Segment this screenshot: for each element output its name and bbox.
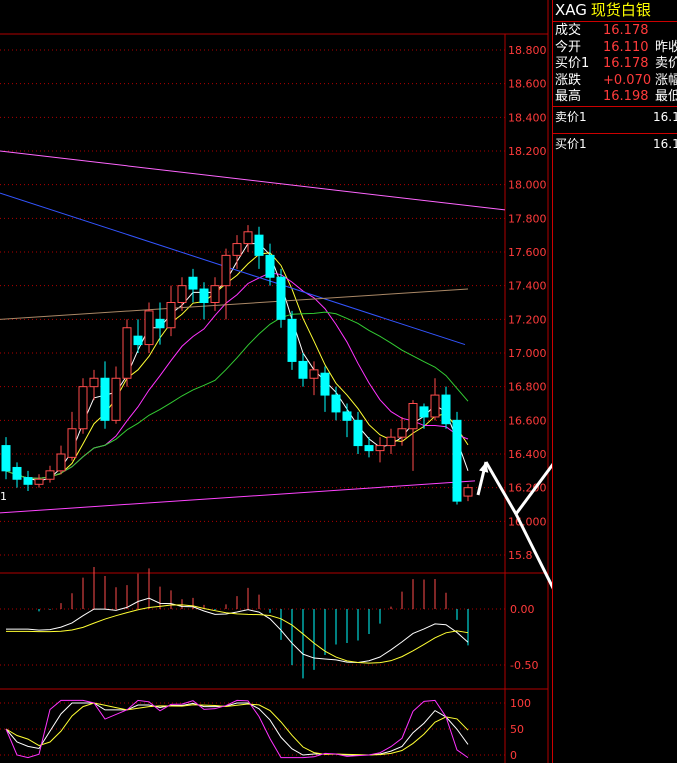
candle-body (375, 445, 385, 452)
candle-body (298, 360, 308, 379)
candle-body (254, 234, 264, 256)
symbol-name: 现货白银 (590, 1, 651, 19)
price-axis-labels: 18.800 18.600 18.400 18.200 18.000 17.800 17.6… (508, 44, 547, 762)
quote-row-last: 成交 16.178 (555, 23, 649, 38)
candle-body (67, 428, 77, 458)
candle-body (34, 478, 44, 485)
candle-body (100, 377, 110, 421)
support-line (0, 480, 476, 514)
candle-body (199, 288, 209, 303)
candle-body (276, 276, 286, 320)
price-tick-label: 17.800 (508, 212, 547, 225)
chart-gridlines (0, 49, 505, 756)
candle-body (463, 487, 473, 497)
candle-body (56, 453, 66, 472)
candle-body (144, 310, 154, 346)
macd-tick-label: 0.00 (510, 603, 535, 616)
candle-body (287, 318, 297, 362)
chart-frames (0, 0, 549, 763)
quote-header: XAG 现货白银 (553, 0, 677, 22)
quote-row-open: 今开 16.110 昨收 (555, 39, 677, 55)
quote-list: 成交 16.178 今开 16.110 昨收 买价1 16.178 卖价 涨跌 +0.070… (553, 22, 677, 106)
price-tick-label: 17.600 (508, 246, 547, 259)
symbol-code: XAG (555, 1, 587, 19)
candle-body (155, 318, 165, 329)
quote-panel: XAG 现货白银 成交 16.178 今开 16.110 昨收 买价1 16.178 卖价 … (552, 0, 677, 763)
price-tick-label: 18.600 (508, 78, 547, 91)
candle-body (364, 445, 374, 452)
kdj-tick-label: 0 (510, 749, 517, 762)
candle-body (386, 436, 396, 447)
candle-body (320, 372, 330, 396)
macd-tick-label: -0.50 (510, 659, 538, 672)
price-tick-label: 16.400 (508, 448, 547, 461)
quote-row-high: 最高 16.198 最低 (555, 89, 677, 104)
candle-body (243, 231, 253, 245)
price-tick-label: 15.8 (508, 549, 533, 562)
price-tick-label: 16.600 (508, 414, 547, 427)
macd-panel (6, 567, 469, 679)
left-edge-label: 1 (0, 490, 7, 503)
candle-body (309, 369, 319, 379)
candle-body (122, 327, 132, 379)
kdj-tick-label: 50 (510, 723, 524, 736)
kdj-tick-label: 100 (510, 697, 531, 710)
long-ma-pink (0, 150, 506, 211)
candle-body (210, 285, 220, 303)
candle-body (452, 419, 462, 502)
chart-canvas: 1 18.800 18.600 18.400 18.200 18.000 17.800 17… (0, 0, 552, 763)
price-tick-label: 18.200 (508, 145, 547, 158)
candle-body (12, 466, 22, 480)
candle-body (1, 445, 11, 472)
candle-body (78, 386, 88, 430)
candle-body (166, 302, 176, 329)
price-tick-label: 18.400 (508, 111, 547, 124)
candle-body (89, 377, 99, 388)
candle-body (188, 276, 198, 290)
price-tick-label: 16.200 (508, 482, 547, 495)
candle-body (419, 406, 429, 418)
candle-body (45, 470, 55, 480)
candle-body (265, 254, 275, 278)
price-tick-label: 17.000 (508, 347, 547, 360)
macd-dea-line (6, 604, 469, 664)
candle-body (397, 428, 407, 438)
candle-body (177, 285, 187, 303)
price-tick-label: 17.400 (508, 280, 547, 293)
candle-body (342, 411, 352, 421)
long-ma-blue (0, 192, 466, 346)
candle-body (408, 403, 418, 430)
price-tick-label: 18.800 (508, 44, 547, 57)
orderbook-bid: 买价1 16.1 (555, 136, 677, 151)
candle-body (353, 419, 363, 447)
quote-row-change: 涨跌 +0.070 涨幅 (555, 72, 677, 88)
long-ma-brown (0, 288, 469, 320)
candle-body (441, 394, 451, 425)
candle-body (232, 243, 242, 256)
price-tick-label: 16.000 (508, 515, 547, 528)
moving-average-lines (0, 150, 506, 514)
price-tick-label: 17.200 (508, 313, 547, 326)
candle-body (430, 394, 440, 418)
candlesticks: 1 (0, 225, 473, 505)
candle-body (111, 377, 121, 421)
price-tick-label: 18.000 (508, 179, 547, 192)
candle-body (133, 335, 143, 346)
candle-body (331, 394, 341, 413)
candle-body (221, 254, 231, 287)
orderbook-ask: 卖价1 16.1 (555, 109, 677, 124)
quote-row-bid: 买价1 16.178 卖价 (555, 56, 677, 71)
price-tick-label: 16.800 (508, 381, 547, 394)
candle-body (23, 477, 33, 485)
